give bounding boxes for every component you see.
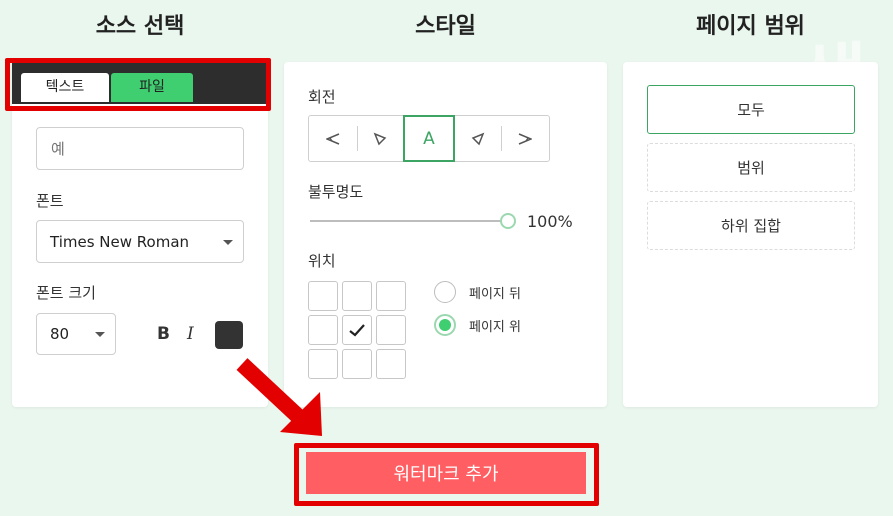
tab-file[interactable]: 파일 (111, 73, 193, 102)
annotation-arrow-icon (236, 358, 322, 436)
position-cell-bottom-right[interactable] (376, 349, 406, 379)
opacity-slider-handle[interactable] (500, 213, 516, 229)
position-cell-bottom-center[interactable] (342, 349, 372, 379)
font-size-value: 80 (50, 325, 70, 343)
rotation-group: A (308, 115, 550, 162)
rotate-diagonal-left-icon[interactable] (356, 116, 405, 161)
position-cell-center[interactable] (342, 315, 372, 345)
italic-button[interactable]: I (187, 324, 194, 344)
rotation-label: 회전 (308, 88, 336, 106)
chevron-down-icon (223, 239, 233, 245)
range-panel: 모두 범위 하위 집합 (623, 62, 878, 407)
watermark-text-input[interactable] (36, 127, 244, 170)
style-title: 스타일 (415, 14, 476, 39)
source-title: 소스 선택 (95, 14, 185, 39)
range-option-all[interactable]: 모두 (647, 85, 855, 134)
chevron-down-icon (95, 332, 105, 337)
range-option-range[interactable]: 범위 (647, 143, 855, 192)
checkmark-icon (349, 323, 365, 337)
font-size-label: 폰트 크기 (36, 284, 96, 302)
range-title: 페이지 범위 (696, 14, 805, 39)
radio-above[interactable] (434, 314, 456, 336)
layer-option-behind-label: 페이지 뒤 (469, 286, 521, 302)
font-size-select[interactable]: 80 (36, 313, 116, 355)
opacity-slider-track[interactable] (310, 220, 506, 222)
add-watermark-button[interactable]: 워터마크 추가 (306, 452, 586, 494)
range-option-subset[interactable]: 하위 집합 (647, 201, 855, 250)
position-cell-top-center[interactable] (342, 281, 372, 311)
layer-option-behind[interactable]: 페이지 뒤 (434, 281, 521, 303)
position-cell-top-left[interactable] (308, 281, 338, 311)
color-swatch[interactable] (215, 321, 243, 349)
font-label: 폰트 (36, 192, 64, 210)
font-select-value: Times New Roman (50, 232, 190, 251)
position-cell-middle-right[interactable] (376, 315, 406, 345)
rotate-none-button[interactable]: A (403, 115, 455, 162)
radio-behind[interactable] (434, 281, 456, 303)
tab-text[interactable]: 텍스트 (21, 73, 109, 102)
rotate-diagonal-right-icon[interactable] (454, 116, 502, 161)
position-cell-middle-left[interactable] (308, 315, 338, 345)
layer-option-above-label: 페이지 위 (469, 319, 521, 335)
rotate-right-icon[interactable] (501, 116, 549, 161)
source-tabbar: 텍스트 파일 (12, 62, 268, 104)
opacity-label: 불투명도 (308, 183, 364, 201)
bold-button[interactable]: B (157, 324, 170, 344)
layer-option-above[interactable]: 페이지 위 (434, 314, 521, 336)
rotate-left-icon[interactable] (309, 116, 357, 161)
opacity-value: 100% (527, 212, 573, 231)
position-label: 위치 (308, 252, 336, 270)
position-cell-top-right[interactable] (376, 281, 406, 311)
font-select[interactable]: Times New Roman (36, 220, 244, 263)
